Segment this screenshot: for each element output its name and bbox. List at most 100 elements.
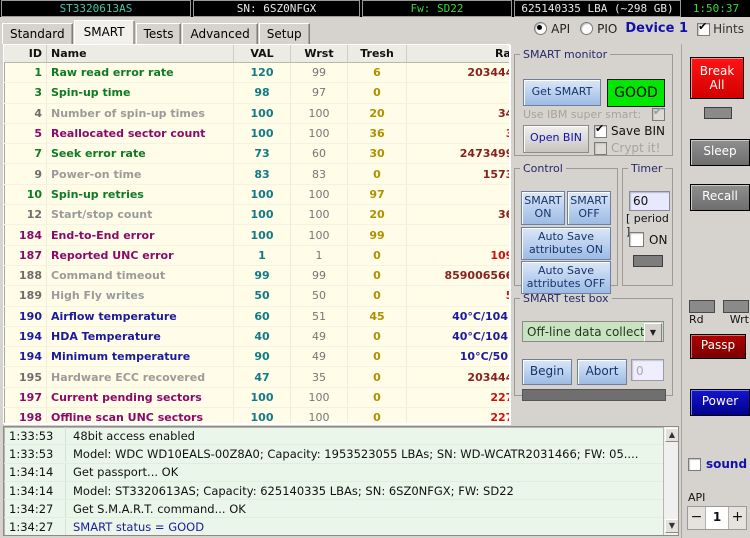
open-bin-button[interactable]: Open BIN	[523, 125, 589, 153]
api-number-increment[interactable]: +	[728, 507, 746, 529]
log-row[interactable]: 1:34:14Model: ST3320613AS; Capacity: 625…	[4, 482, 678, 500]
table-row[interactable]: 190Airflow temperature60514540°C/104°F●●…	[4, 306, 510, 326]
save-bin-checkbox[interactable]	[594, 125, 607, 138]
log-timestamp: 1:34:14	[4, 484, 65, 498]
header-tresh[interactable]: Tresh	[348, 45, 407, 63]
write-led-indicator	[723, 300, 749, 313]
cell-val: 50	[234, 286, 291, 306]
table-row[interactable]: 189High Fly writes5050050●●	[4, 286, 510, 306]
table-row[interactable]: 188Command timeout999908590065666●●●●	[4, 265, 510, 285]
log-row[interactable]: 1:34:27Get S.M.A.R.T. command... OK	[4, 500, 678, 518]
table-row[interactable]: 194HDA Temperature4049040°C/104°F●●●●	[4, 326, 510, 346]
log-row[interactable]: 1:33:5348bit access enabled	[4, 427, 678, 445]
log-row[interactable]: 1:33:53Model: WDC WD10EALS-00Z8A0; Capac…	[4, 445, 678, 463]
get-smart-button[interactable]: Get SMART	[523, 79, 601, 106]
log-row[interactable]: 1:34:14Get passport... OK	[4, 464, 678, 482]
timer-led-indicator	[633, 255, 663, 267]
tab-smart[interactable]: SMART	[74, 20, 135, 44]
cell-raw: 40°C/104°F	[407, 306, 511, 326]
tab-tests[interactable]: Tests	[136, 23, 182, 44]
chevron-down-icon[interactable]: ▼	[644, 323, 662, 342]
autosave-on-line2: attributes ON	[522, 243, 610, 256]
log-scrollbar[interactable]: ▲ ▼	[663, 427, 678, 535]
autosave-attributes-off-button[interactable]: Auto Save attributes OFF	[521, 261, 611, 294]
recall-button[interactable]: Recall	[690, 184, 750, 211]
save-bin-toggle[interactable]: Save BIN	[594, 124, 665, 138]
radio-api[interactable]	[534, 22, 547, 35]
sound-checkbox[interactable]	[688, 458, 701, 471]
radio-pio[interactable]	[580, 22, 593, 35]
api-number-decrement[interactable]: −	[688, 507, 706, 529]
table-row[interactable]: 9Power-on time8383015739●●●●	[4, 164, 510, 184]
log-divider	[65, 445, 66, 462]
table-row[interactable]: 195Hardware ECC recovered473502034445●●	[4, 367, 510, 387]
tab-advanced[interactable]: Advanced	[182, 23, 257, 44]
test-select[interactable]: Off-line data collect ▼	[522, 321, 664, 342]
table-row[interactable]: 12Start/stop count10010020364●●●●●	[4, 205, 510, 225]
cell-tresh: 36	[348, 123, 407, 143]
hints-toggle[interactable]: Hints	[697, 22, 744, 36]
header-raw[interactable]: Raw	[407, 45, 511, 63]
begin-test-button[interactable]: Begin	[522, 359, 572, 385]
log-timestamp: 1:34:27	[4, 502, 65, 516]
cell-tresh: 0	[348, 408, 407, 424]
abort-test-button[interactable]: Abort	[577, 359, 627, 385]
table-row[interactable]: 5Reallocated sector count1001003636●●●●●	[4, 123, 510, 143]
header-val[interactable]: VAL	[234, 45, 291, 63]
table-row[interactable]: 187Reported UNC error1101090●	[4, 245, 510, 265]
api-number-stepper[interactable]: − 1 +	[687, 506, 747, 530]
ibm-super-smart-checkbox	[652, 108, 665, 121]
cell-name: Command timeout	[47, 265, 234, 285]
cell-id: 5	[4, 123, 47, 143]
break-all-button[interactable]: Break All	[690, 57, 744, 99]
log-row[interactable]: 1:34:27SMART status = GOOD	[4, 518, 678, 536]
header-name[interactable]: Name	[47, 45, 234, 63]
header-id[interactable]: ID	[4, 45, 47, 63]
cell-tresh: 30	[348, 144, 407, 164]
cell-id: 4	[4, 103, 47, 123]
tab-standard[interactable]: Standard	[2, 23, 73, 44]
smart-off-button[interactable]: SMART OFF	[567, 191, 611, 225]
cell-id: 10	[4, 184, 47, 204]
cell-tresh: 0	[348, 347, 407, 367]
smart-off-line2: OFF	[568, 207, 610, 220]
autosave-off-line2: attributes OFF	[522, 277, 610, 290]
scroll-down-icon[interactable]: ▼	[665, 519, 679, 533]
header-wrst[interactable]: Wrst	[291, 45, 348, 63]
cell-tresh: 0	[348, 164, 407, 184]
log-panel[interactable]: 1:33:5348bit access enabled1:33:53Model:…	[3, 426, 679, 536]
cell-tresh: 0	[348, 367, 407, 387]
table-row[interactable]: 3Spin-up time989700●●●●	[4, 83, 510, 103]
scroll-up-icon[interactable]: ▲	[665, 428, 679, 442]
table-row[interactable]: 4Number of spin-up times10010020343●●●●●	[4, 103, 510, 123]
smart-on-button[interactable]: SMART ON	[521, 191, 565, 225]
passport-button[interactable]: Passp	[690, 334, 746, 359]
table-row[interactable]: 7Seek error rate73603024734994●●●	[4, 144, 510, 164]
autosave-attributes-on-button[interactable]: Auto Save attributes ON	[521, 227, 611, 260]
table-row[interactable]: 10Spin-up retries100100974●●●●●	[4, 184, 510, 204]
hints-checkbox[interactable]	[697, 23, 710, 36]
sound-toggle[interactable]: sound	[688, 457, 747, 471]
table-row[interactable]: 1Raw read error rate1209962034445●●●●●	[4, 63, 510, 83]
timer-period-input[interactable]: 60	[629, 191, 670, 211]
timer-on-toggle[interactable]: ON	[629, 232, 667, 247]
cell-raw: 1090	[407, 245, 511, 265]
sleep-button[interactable]: Sleep	[690, 139, 750, 166]
timer-on-checkbox[interactable]	[629, 232, 644, 247]
cell-tresh: 20	[348, 103, 407, 123]
table-row[interactable]: 194Minimum temperature9049010°C/50°F–	[4, 347, 510, 367]
cell-val: 83	[234, 164, 291, 184]
read-led-indicator	[689, 300, 715, 313]
table-body: 1Raw read error rate1209962034445●●●●●3S…	[4, 63, 510, 425]
cell-raw: 4	[407, 184, 511, 204]
table-row[interactable]: 197Current pending sectors10010002270●●●…	[4, 387, 510, 407]
tab-setup[interactable]: Setup	[259, 23, 310, 44]
test-number-input[interactable]: 0	[631, 359, 664, 381]
cell-wrst: 99	[291, 63, 348, 83]
smart-attributes-table[interactable]: ID Name VAL Wrst Tresh Raw Health 1Raw r…	[3, 44, 510, 424]
power-button[interactable]: Power	[690, 389, 750, 416]
table-row[interactable]: 198Offline scan UNC sectors10010002270●●…	[4, 408, 510, 424]
table-header-row: ID Name VAL Wrst Tresh Raw Health	[4, 45, 510, 63]
cell-name: Number of spin-up times	[47, 103, 234, 123]
table-row[interactable]: 184End-to-End error100100990●●●●●	[4, 225, 510, 245]
